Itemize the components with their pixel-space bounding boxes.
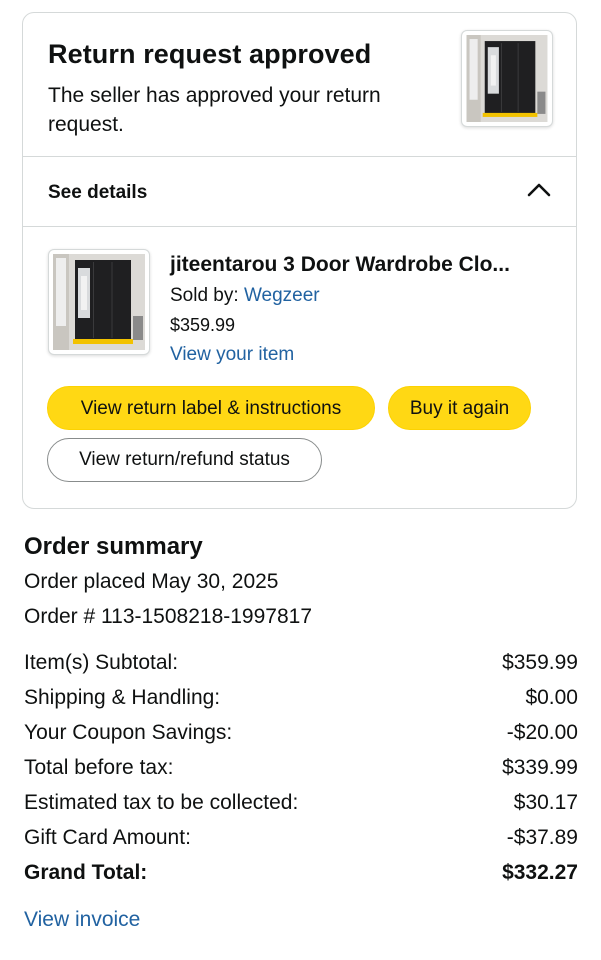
summary-row-grand-total: Grand Total: $332.27 — [24, 861, 578, 891]
product-image[interactable] — [48, 249, 150, 355]
see-details-label: See details — [48, 182, 148, 203]
status-message: The seller has approved your return requ… — [48, 84, 381, 136]
view-invoice-link[interactable]: View invoice — [24, 908, 140, 932]
summary-row-tax: Estimated tax to be collected: $30.17 — [24, 791, 578, 821]
summary-label: Grand Total: — [24, 861, 148, 884]
product-price: $359.99 — [170, 315, 236, 335]
product-title[interactable]: jiteentarou 3 Door Wardrobe Clo... — [170, 253, 510, 277]
order-summary-title: Order summary — [24, 533, 203, 560]
view-item-link[interactable]: View your item — [170, 344, 294, 366]
summary-row-coupon: Your Coupon Savings: -$20.00 — [24, 721, 578, 751]
buy-again-button[interactable]: Buy it again — [388, 386, 531, 430]
sold-by-line: Sold by: Wegzeer — [170, 285, 320, 307]
summary-row-shipping: Shipping & Handling: $0.00 — [24, 686, 578, 716]
summary-row-gift-card: Gift Card Amount: -$37.89 — [24, 826, 578, 856]
sold-by-label: Sold by: — [170, 285, 244, 306]
summary-label: Gift Card Amount: — [24, 826, 191, 849]
wardrobe-image — [53, 254, 145, 350]
order-date: Order placed May 30, 2025 — [24, 570, 279, 593]
chevron-up-icon — [527, 183, 551, 197]
return-status-card: Return request approved The seller has a… — [22, 12, 577, 509]
summary-label: Total before tax: — [24, 756, 174, 779]
card-header: Return request approved The seller has a… — [23, 13, 576, 156]
summary-label: Item(s) Subtotal: — [24, 651, 179, 674]
summary-value: $0.00 — [525, 686, 578, 709]
summary-label: Shipping & Handling: — [24, 686, 221, 709]
summary-value: $339.99 — [502, 756, 578, 779]
order-number: Order # 113-1508218-1997817 — [24, 605, 313, 628]
divider — [23, 226, 576, 227]
page-title: Return request approved — [48, 39, 372, 69]
summary-value: $30.17 — [513, 791, 578, 814]
summary-label: Estimated tax to be collected: — [24, 791, 299, 814]
summary-value: -$37.89 — [506, 826, 578, 849]
summary-value: -$20.00 — [506, 721, 578, 744]
view-return-label-button[interactable]: View return label & instructions — [47, 386, 375, 430]
summary-label: Your Coupon Savings: — [24, 721, 233, 744]
seller-link[interactable]: Wegzeer — [244, 285, 320, 306]
summary-row-subtotal: Item(s) Subtotal: $359.99 — [24, 651, 578, 681]
grand-total-value: $332.27 — [502, 861, 578, 884]
summary-value: $359.99 — [502, 651, 578, 674]
see-details-toggle[interactable]: See details — [23, 156, 576, 226]
view-refund-status-button[interactable]: View return/refund status — [47, 438, 322, 482]
summary-row-before-tax: Total before tax: $339.99 — [24, 756, 578, 786]
product-thumbnail[interactable] — [461, 30, 553, 127]
wardrobe-image — [466, 35, 548, 122]
